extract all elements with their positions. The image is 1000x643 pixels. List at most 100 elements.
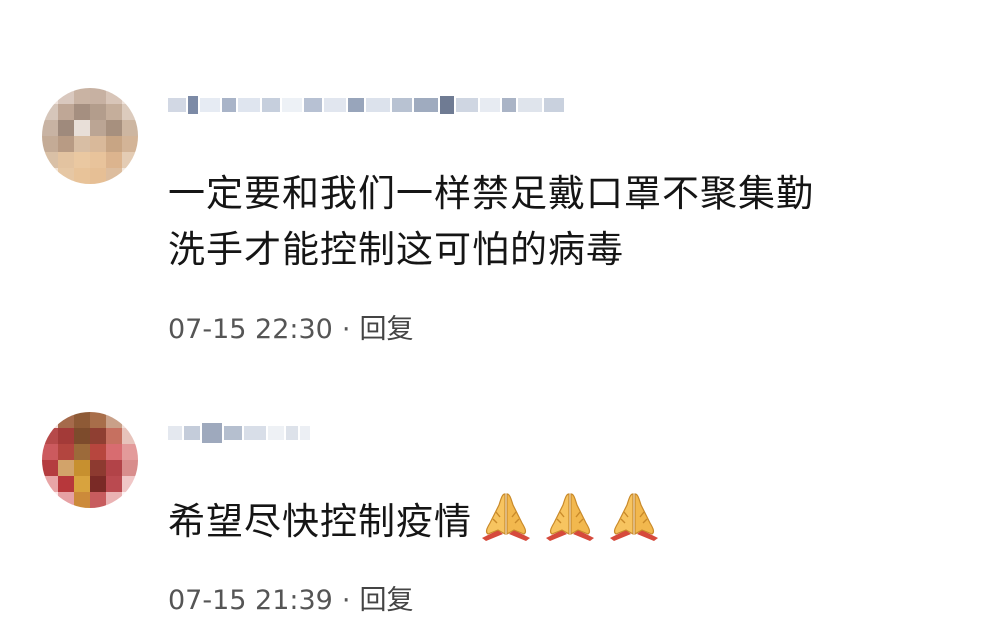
username-blur-block	[238, 98, 260, 112]
avatar-mosaic-cell	[122, 88, 138, 104]
avatar-mosaic-cell	[90, 492, 106, 508]
folded-hands-icon	[604, 490, 664, 542]
avatar-mosaic-cell	[42, 104, 58, 120]
avatar-mosaic-cell	[58, 412, 74, 428]
avatar-mosaic-cell	[106, 168, 122, 184]
avatar-mosaic-cell	[58, 136, 74, 152]
avatar-mosaic-cell	[122, 444, 138, 460]
comment-timestamp: 07-15 22:30	[168, 314, 333, 345]
username-blur-block	[304, 98, 322, 112]
username-blur-block	[392, 98, 412, 112]
username-blur-block	[286, 426, 298, 440]
avatar-mosaic-cell	[106, 152, 122, 168]
username-blur-block	[202, 423, 222, 443]
avatar-mosaic-cell	[58, 476, 74, 492]
avatar-mosaic-cell	[106, 444, 122, 460]
avatar-mosaic-cell	[74, 460, 90, 476]
avatar-mosaic-cell	[42, 88, 58, 104]
avatar-mosaic-cell	[42, 444, 58, 460]
comment-text: 一定要和我们一样禁足戴口罩不聚集勤 洗手才能控制这可怕的病毒	[168, 166, 814, 278]
username-blur-block	[188, 96, 198, 114]
avatar-mosaic-cell	[58, 152, 74, 168]
avatar-mosaic-cell	[42, 476, 58, 492]
avatar-mosaic-cell	[42, 120, 58, 136]
avatar-mosaic-cell	[74, 476, 90, 492]
folded-hands-icon	[476, 490, 536, 542]
avatar-mosaic-cell	[42, 492, 58, 508]
username-blur-block	[414, 98, 438, 112]
avatar-mosaic-cell	[74, 120, 90, 136]
username-blurred[interactable]	[168, 88, 566, 122]
avatar-mosaic-cell	[74, 428, 90, 444]
emoji-group	[472, 493, 664, 543]
avatar-mosaic-cell	[74, 88, 90, 104]
avatar-mosaic-cell	[90, 152, 106, 168]
avatar-mosaic-cell	[58, 88, 74, 104]
username-blur-block	[168, 426, 182, 440]
avatar-mosaic-cell	[90, 476, 106, 492]
comment-meta: 07-15 21:39 · 回复	[168, 578, 413, 617]
avatar-mosaic-cell	[122, 476, 138, 492]
meta-separator: ·	[341, 585, 351, 616]
comment-text-line: 洗手才能控制这可怕的病毒	[168, 228, 624, 271]
avatar-mosaic-cell	[122, 428, 138, 444]
avatar-mosaic-cell	[122, 460, 138, 476]
avatar-mosaic-cell	[122, 136, 138, 152]
username-blur-block	[168, 98, 186, 112]
avatar-mosaic-cell	[42, 412, 58, 428]
username-blur-block	[200, 98, 220, 112]
avatar-mosaic-cell	[122, 492, 138, 508]
username-blur-block	[224, 426, 242, 440]
username-blur-block	[544, 98, 564, 112]
comment-text-content: 希望尽快控制疫情	[168, 500, 472, 543]
avatar-mosaic-cell	[106, 492, 122, 508]
username-blurred[interactable]	[168, 416, 312, 450]
folded-hands-icon	[540, 490, 600, 542]
meta-separator: ·	[341, 314, 351, 345]
comment-text: 希望尽快控制疫情	[168, 490, 664, 550]
avatar-mosaic-cell	[106, 136, 122, 152]
avatar-mosaic-cell	[106, 120, 122, 136]
avatar-mosaic-cell	[122, 104, 138, 120]
username-blur-block	[262, 98, 280, 112]
avatar-mosaic-cell	[74, 136, 90, 152]
avatar-mosaic-cell	[74, 168, 90, 184]
comment-meta: 07-15 22:30 · 回复	[168, 307, 413, 346]
avatar[interactable]	[42, 88, 138, 184]
username-blur-block	[348, 98, 364, 112]
username-blur-block	[518, 98, 542, 112]
avatar-mosaic-cell	[90, 460, 106, 476]
avatar-mosaic-cell	[106, 412, 122, 428]
avatar-mosaic-cell	[74, 152, 90, 168]
avatar-mosaic-cell	[122, 168, 138, 184]
avatar-mosaic-cell	[42, 136, 58, 152]
avatar-mosaic-cell	[122, 412, 138, 428]
avatar-mosaic-cell	[106, 460, 122, 476]
avatar-mosaic-cell	[58, 492, 74, 508]
avatar-mosaic-cell	[74, 492, 90, 508]
avatar-mosaic-cell	[74, 412, 90, 428]
reply-button[interactable]: 回复	[359, 314, 413, 345]
username-blur-block	[300, 426, 310, 440]
avatar-mosaic-cell	[58, 428, 74, 444]
avatar-mosaic-cell	[42, 168, 58, 184]
avatar-mosaic-cell	[90, 104, 106, 120]
reply-button[interactable]: 回复	[359, 585, 413, 616]
username-blur-block	[268, 426, 284, 440]
avatar-mosaic-cell	[74, 444, 90, 460]
username-blur-block	[282, 98, 302, 112]
avatar-mosaic-cell	[90, 88, 106, 104]
comment-timestamp: 07-15 21:39	[168, 585, 333, 616]
avatar-mosaic-cell	[42, 152, 58, 168]
avatar-mosaic-cell	[90, 136, 106, 152]
username-blur-block	[222, 98, 236, 112]
avatar-mosaic-cell	[42, 428, 58, 444]
avatar-mosaic-cell	[90, 428, 106, 444]
avatar-mosaic-cell	[42, 460, 58, 476]
avatar-mosaic-cell	[106, 476, 122, 492]
avatar[interactable]	[42, 412, 138, 508]
avatar-mosaic-cell	[58, 444, 74, 460]
comment-text-line: 一定要和我们一样禁足戴口罩不聚集勤	[168, 172, 814, 215]
avatar-mosaic-cell	[58, 120, 74, 136]
username-blur-block	[456, 98, 478, 112]
